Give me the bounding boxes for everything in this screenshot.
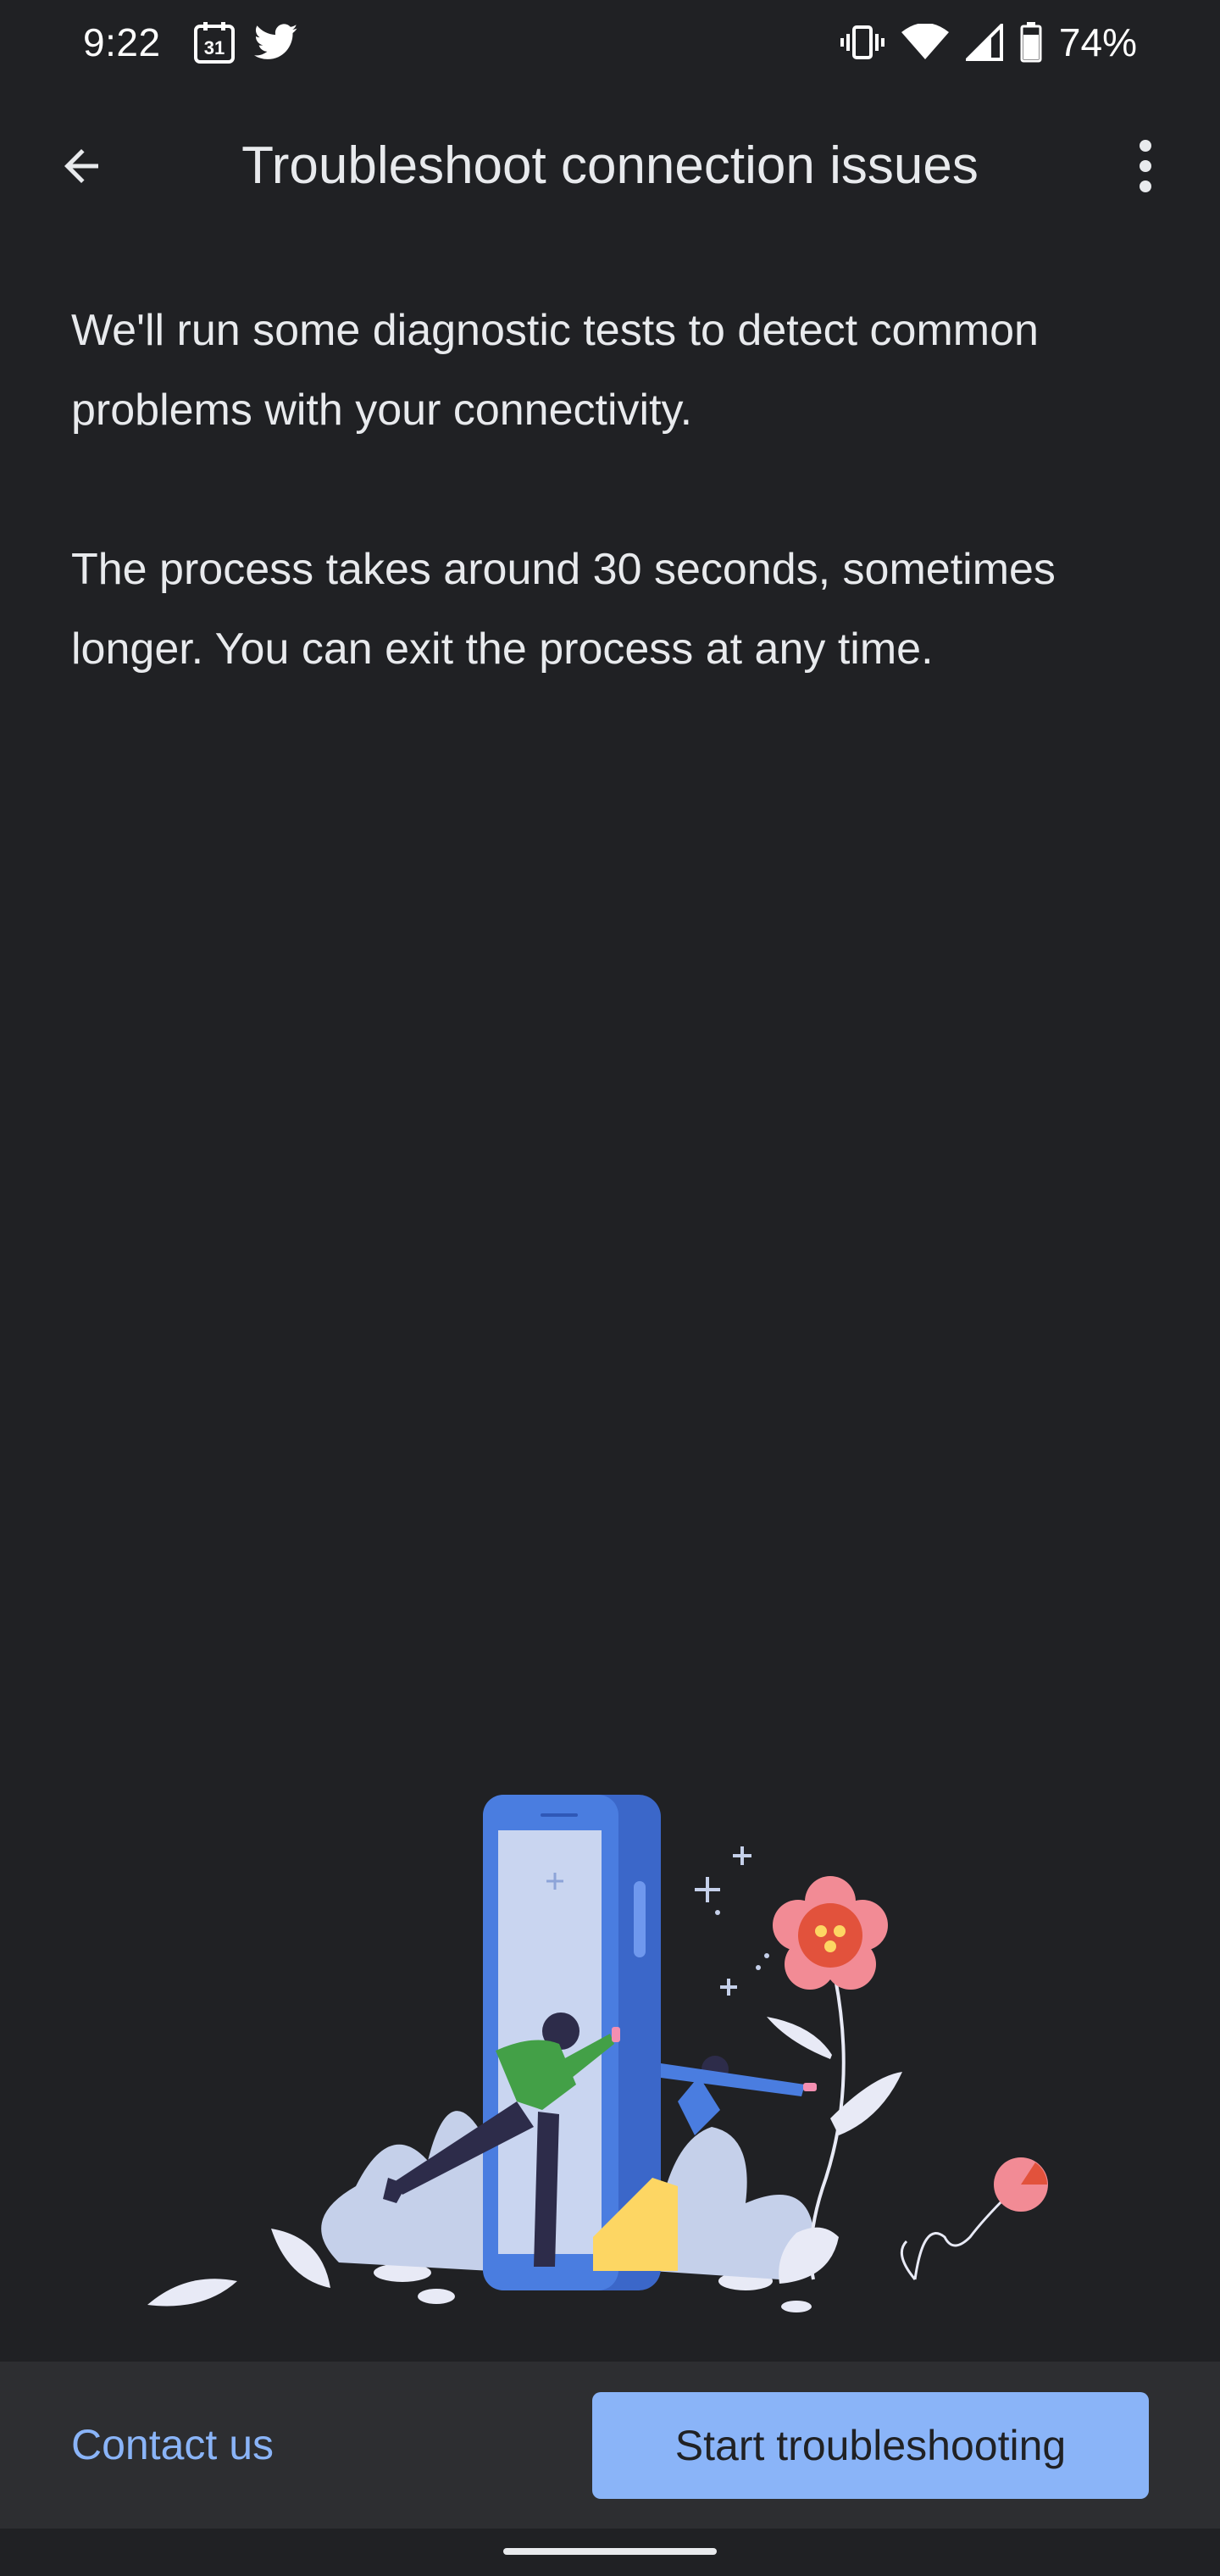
overflow-menu-button[interactable] — [1105, 125, 1186, 207]
troubleshoot-illustration — [136, 1779, 1093, 2322]
status-left: 9:22 31 — [83, 19, 317, 65]
screen: 9:22 31 74% Troubleshoot connection issu… — [0, 0, 1220, 2576]
contact-us-link[interactable]: Contact us — [71, 2362, 274, 2529]
status-time: 9:22 — [83, 20, 161, 64]
cell-signal-icon — [965, 24, 1003, 61]
page-title: Troubleshoot connection issues — [241, 136, 979, 195]
more-vert-icon — [1140, 140, 1151, 192]
wifi-icon — [901, 24, 949, 61]
status-bar: 9:22 31 74% — [0, 0, 1220, 85]
gesture-nav-handle[interactable] — [503, 2548, 717, 2555]
bottom-action-bar: Contact us Start troubleshooting — [0, 2362, 1220, 2529]
calendar-day: 31 — [203, 37, 224, 58]
description-paragraph-1: We'll run some diagnostic tests to detec… — [71, 306, 1039, 435]
calendar-icon: 31 — [193, 21, 236, 64]
description-paragraph-2: The process takes around 30 seconds, som… — [71, 545, 1056, 674]
top-app-bar: Troubleshoot connection issues — [0, 100, 1220, 232]
twitter-icon — [253, 24, 298, 61]
battery-icon — [1020, 22, 1042, 63]
vibrate-icon — [840, 24, 884, 61]
description: We'll run some diagnostic tests to detec… — [71, 291, 1164, 689]
battery-percent: 74% — [1058, 20, 1137, 64]
start-troubleshooting-button[interactable]: Start troubleshooting — [592, 2392, 1149, 2499]
status-right: 74% — [840, 19, 1137, 65]
